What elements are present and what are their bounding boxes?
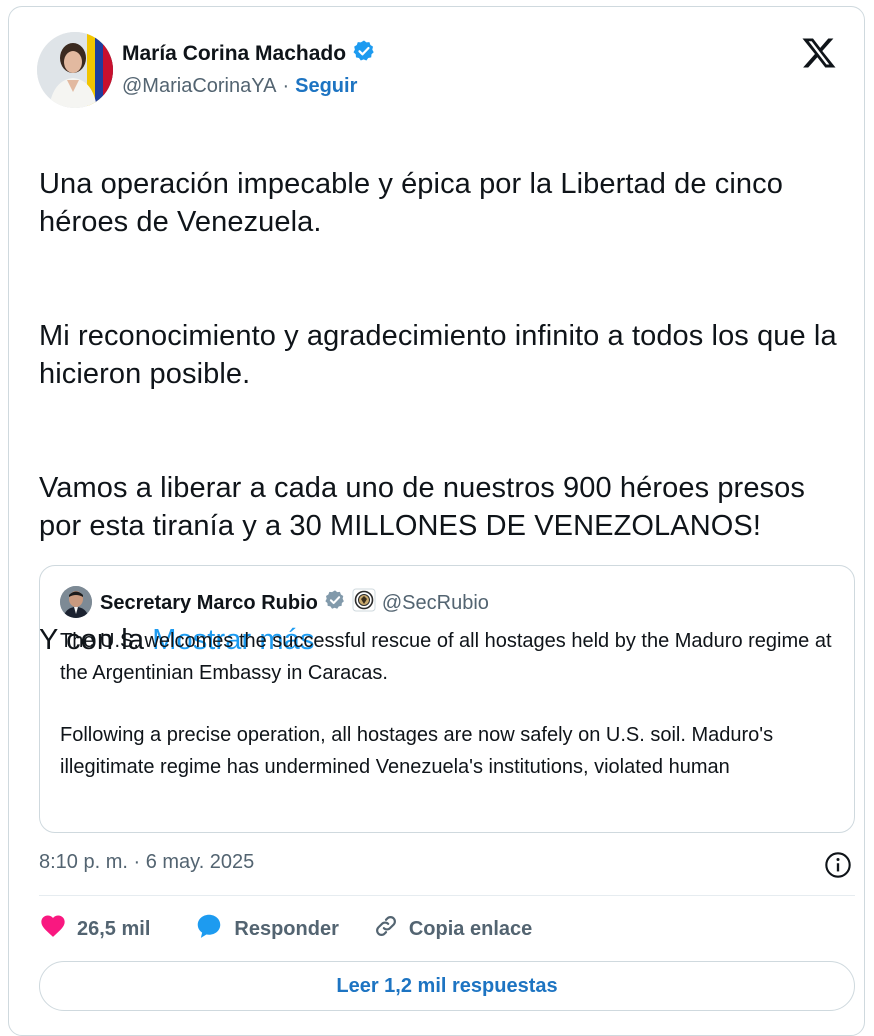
author-handle[interactable]: @MariaCorinaYA bbox=[122, 75, 276, 98]
read-replies-button[interactable]: Leer 1,2 mil respuestas bbox=[39, 961, 855, 1011]
like-count: 26,5 mil bbox=[77, 917, 151, 940]
quoted-header: Secretary Marco Rubio @SecRubio bbox=[100, 588, 489, 618]
tweet-card: María Corina Machado @MariaCorinaYA · Se… bbox=[8, 6, 865, 1036]
copy-link-label: Copia enlace bbox=[408, 917, 533, 940]
author-name-row: María Corina Machado bbox=[122, 39, 376, 68]
info-icon[interactable] bbox=[824, 851, 852, 879]
like-button[interactable]: 26,5 mil bbox=[39, 912, 150, 946]
reply-label: Responder bbox=[234, 917, 339, 940]
tweet-paragraph: Mi reconocimiento y agradecimiento infin… bbox=[39, 320, 837, 390]
action-bar: 26,5 mil Responder Copia enlace bbox=[39, 911, 566, 947]
tweet-paragraph: Una operación impecable y épica por la L… bbox=[39, 168, 783, 238]
quoted-author-avatar[interactable] bbox=[60, 586, 92, 618]
link-icon bbox=[373, 913, 399, 945]
reply-button[interactable]: Responder bbox=[194, 911, 339, 947]
author-handle-row: @MariaCorinaYA · Seguir bbox=[122, 75, 357, 98]
quoted-paragraph: The U.S. welcomes the successful rescue … bbox=[60, 630, 832, 684]
handle-separator: · bbox=[282, 75, 290, 97]
quoted-tweet[interactable]: Secretary Marco Rubio @SecRubio The U.S.… bbox=[39, 565, 855, 833]
quoted-author-name[interactable]: Secretary Marco Rubio bbox=[100, 592, 318, 615]
reply-bubble-icon bbox=[194, 911, 224, 947]
state-department-seal-icon bbox=[352, 588, 376, 618]
quoted-paragraph: Following a precise operation, all hosta… bbox=[60, 724, 774, 778]
author-avatar[interactable] bbox=[37, 32, 113, 108]
heart-icon bbox=[39, 912, 67, 946]
gray-verified-badge-icon bbox=[324, 589, 346, 617]
verified-badge-icon bbox=[352, 39, 376, 68]
divider bbox=[39, 895, 855, 896]
quoted-body: The U.S. welcomes the successful rescue … bbox=[60, 626, 840, 814]
tweet-paragraph: Vamos a liberar a cada uno de nuestros 9… bbox=[39, 472, 805, 542]
copy-link-button[interactable]: Copia enlace bbox=[373, 913, 532, 945]
quoted-author-handle[interactable]: @SecRubio bbox=[382, 592, 489, 615]
follow-button[interactable]: Seguir bbox=[295, 75, 357, 98]
x-logo-icon[interactable] bbox=[801, 35, 837, 71]
author-name[interactable]: María Corina Machado bbox=[122, 42, 346, 66]
tweet-timestamp[interactable]: 8:10 p. m. · 6 may. 2025 bbox=[39, 851, 254, 874]
